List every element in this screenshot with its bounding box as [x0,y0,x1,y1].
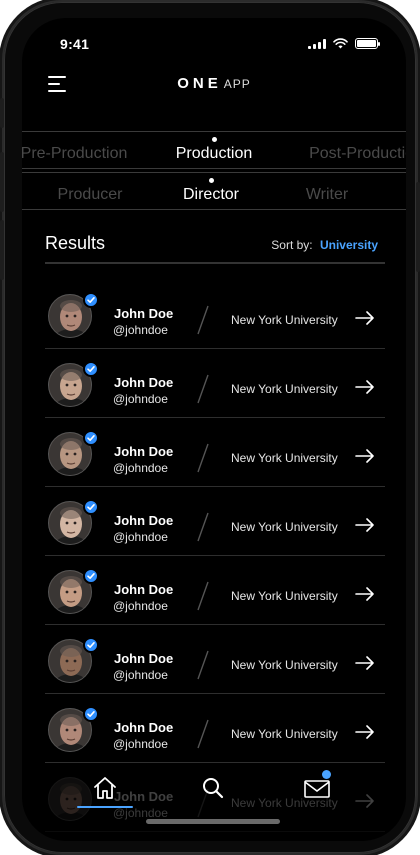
tab-label: Writer [305,186,349,203]
status-icons [308,38,380,49]
tab-label: Production [175,145,253,162]
tab-production[interactable]: Production [154,132,274,170]
list-item[interactable]: John Doe @johndoe New York University [45,280,385,349]
user-university: New York University [231,313,338,327]
mute-switch [0,98,4,128]
volume-down-button [0,220,4,280]
active-nav-indicator [77,806,133,808]
brand-name: ONE [177,75,222,92]
user-university: New York University [231,451,338,465]
wifi-icon [333,38,348,49]
sort-value[interactable]: University [320,238,378,252]
user-name: John Doe [114,306,174,321]
user-handle: @johndoe [113,323,168,337]
mail-icon [304,780,330,798]
user-university: New York University [231,727,338,741]
divider-slash-icon [197,719,209,749]
user-name: John Doe [114,513,174,528]
arrow-right-icon[interactable] [355,311,375,325]
app-logo: ONE APP [22,75,406,92]
divider-slash-icon [197,443,209,473]
list-item[interactable]: John Doe @johndoe New York University [45,418,385,487]
active-dot [208,178,214,183]
tab-label: Post-Production [309,145,406,162]
user-university: New York University [231,382,338,396]
user-name: John Doe [114,651,174,666]
list-item[interactable]: John Doe @johndoe New York University [45,625,385,694]
search-icon [203,778,224,799]
verified-badge-icon [83,430,99,446]
verified-badge-icon [83,706,99,722]
tab-producer[interactable]: Producer [50,173,130,211]
user-handle: @johndoe [113,392,168,406]
home-icon [94,777,116,799]
arrow-right-icon[interactable] [355,518,375,532]
brand-suffix: APP [223,77,251,91]
volume-up-button [0,152,4,212]
verified-badge-icon [83,637,99,653]
user-handle: @johndoe [113,599,168,613]
user-handle: @johndoe [113,530,168,544]
user-name: John Doe [114,375,174,390]
category-tabs: Pre-Production Production Post-Productio… [22,131,406,169]
user-university: New York University [231,658,338,672]
active-dot [211,137,217,142]
list-item[interactable]: John Doe @johndoe New York University [45,556,385,625]
divider-slash-icon [197,581,209,611]
phone-frame: 9:41 ONE APP Pre-Production Production P… [0,2,420,853]
tab-label: Producer [57,186,123,203]
user-name: John Doe [114,720,174,735]
results-list: John Doe @johndoe New York University Jo… [45,280,385,763]
verified-badge-icon [83,499,99,515]
tab-director[interactable]: Director [171,173,251,211]
power-button [416,182,420,272]
divider-slash-icon [197,374,209,404]
notification-badge [322,770,331,779]
role-tabs: Producer Director Writer [22,172,406,210]
user-university: New York University [231,589,338,603]
verified-badge-icon [83,292,99,308]
user-handle: @johndoe [113,668,168,682]
arrow-right-icon[interactable] [355,587,375,601]
arrow-right-icon[interactable] [355,725,375,739]
list-item[interactable]: John Doe @johndoe New York University [45,487,385,556]
signal-icon [308,38,326,49]
divider-slash-icon [197,512,209,542]
nav-messages[interactable] [289,766,345,810]
verified-badge-icon [83,361,99,377]
sort-control[interactable]: Sort by: University [271,238,378,252]
tab-writer[interactable]: Writer [287,173,367,211]
list-item[interactable]: John Doe @johndoe New York University [45,694,385,763]
user-handle: @johndoe [113,737,168,751]
results-title: Results [45,233,106,253]
home-indicator [146,819,280,824]
nav-search[interactable] [185,766,241,810]
list-item[interactable]: John Doe @johndoe New York University [45,349,385,418]
bottom-nav [22,766,406,826]
tab-label: Pre-Production [22,145,128,162]
arrow-right-icon[interactable] [355,380,375,394]
sort-label: Sort by: [271,238,313,252]
divider-slash-icon [197,305,209,335]
user-university: New York University [231,520,338,534]
battery-icon [355,38,380,49]
divider-slash-icon [197,650,209,680]
results-divider [45,262,385,264]
user-handle: @johndoe [113,461,168,475]
status-time: 9:41 [60,36,90,52]
verified-badge-icon [83,568,99,584]
tab-post-production[interactable]: Post-Production [306,132,406,170]
arrow-right-icon[interactable] [355,656,375,670]
user-name: John Doe [114,444,174,459]
app-screen: 9:41 ONE APP Pre-Production Production P… [22,18,406,841]
arrow-right-icon[interactable] [355,449,375,463]
tab-pre-production[interactable]: Pre-Production [22,132,134,170]
nav-home[interactable] [77,766,133,810]
user-name: John Doe [114,582,174,597]
tab-label: Director [182,186,239,203]
